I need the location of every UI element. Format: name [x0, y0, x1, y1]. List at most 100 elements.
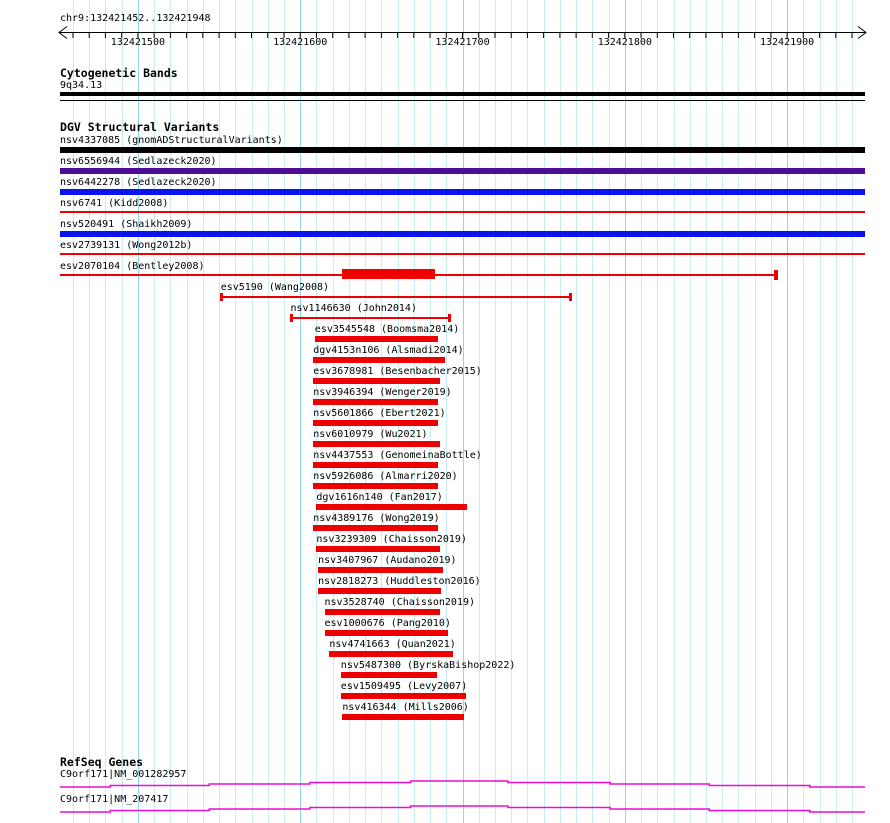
- variant-bar[interactable]: [313, 357, 445, 363]
- variant-bar[interactable]: [316, 546, 440, 552]
- variant-label[interactable]: dgv1616n140 (Fan2017): [316, 492, 442, 503]
- gene-label[interactable]: C9orf171|NM_001282957: [60, 769, 186, 780]
- variant-label[interactable]: esv3678981 (Besenbacher2015): [313, 366, 482, 377]
- variant-label[interactable]: nsv4741663 (Quan2021): [329, 639, 455, 650]
- gridline-minor: [251, 0, 253, 823]
- gene-label[interactable]: C9orf171|NM_207417: [60, 794, 168, 805]
- gridline-minor: [495, 0, 496, 823]
- gene-line-path: [60, 780, 865, 788]
- variant-bar[interactable]: [313, 525, 439, 531]
- gridline-major: [462, 0, 464, 823]
- ruler-tick-label: 132421700: [435, 37, 490, 48]
- gridline-major: [624, 0, 626, 823]
- variant-bar[interactable]: [60, 147, 865, 153]
- variant-label[interactable]: nsv6556944 (Sedlazeck2020): [60, 156, 217, 167]
- variant-label[interactable]: nsv6010979 (Wu2021): [313, 429, 427, 440]
- gridline-minor: [284, 0, 285, 823]
- gene-model-line[interactable]: [0, 805, 890, 817]
- gridline-minor: [738, 0, 740, 823]
- gridline-minor: [722, 0, 724, 823]
- gridline-minor: [673, 0, 675, 823]
- variant-label[interactable]: nsv3407967 (Audano2019): [318, 555, 456, 566]
- variant-label[interactable]: esv5190 (Wang2008): [221, 282, 329, 293]
- variant-line[interactable]: [290, 317, 450, 319]
- gridline-minor: [592, 0, 594, 823]
- variant-bar[interactable]: [316, 504, 468, 510]
- gridline-minor: [835, 0, 837, 823]
- cytoband-baseline: [60, 100, 865, 101]
- variant-bar[interactable]: [60, 168, 865, 174]
- variant-end-tick: [447, 314, 451, 322]
- variant-bar[interactable]: [340, 672, 437, 678]
- section-header-cytobands: Cytogenetic Bands: [60, 66, 178, 80]
- ruler-tick-label: 132421600: [273, 37, 328, 48]
- variant-label[interactable]: nsv3528740 (Chaisson2019): [325, 597, 476, 608]
- variant-label[interactable]: nsv4389176 (Wong2019): [313, 513, 439, 524]
- gridline-minor: [446, 0, 448, 823]
- variant-start-tick: [219, 293, 223, 301]
- variant-bar[interactable]: [324, 630, 448, 636]
- variant-bar[interactable]: [60, 231, 865, 237]
- variant-label[interactable]: nsv3946394 (Wenger2019): [313, 387, 451, 398]
- variant-label[interactable]: nsv3239309 (Chaisson2019): [316, 534, 467, 545]
- gridline-minor: [235, 0, 237, 823]
- cytoband-label: 9q34.13: [60, 80, 103, 91]
- ruler-tick-label: 132421500: [110, 37, 165, 48]
- variant-label[interactable]: esv1000676 (Pang2010): [325, 618, 451, 629]
- gridline-minor: [770, 0, 772, 823]
- variant-label[interactable]: nsv416344 (Mills2006): [342, 702, 468, 713]
- variant-bar[interactable]: [314, 336, 439, 342]
- variant-bar[interactable]: [329, 651, 453, 657]
- cytoband-bar[interactable]: [60, 92, 865, 96]
- ruler-tick-label: 132421800: [597, 37, 652, 48]
- variant-label[interactable]: nsv5926086 (Almarri2020): [313, 471, 458, 482]
- gene-model-line[interactable]: [0, 780, 890, 792]
- region-title: chr9:132421452..132421948: [60, 13, 211, 24]
- variant-end-tick: [569, 293, 573, 301]
- gridline-minor: [511, 0, 513, 823]
- genome-browser-view: chr9:132421452..132421948 132421500 13242…: [0, 0, 890, 823]
- variant-label[interactable]: esv3545548 (Boomsma2014): [315, 324, 460, 335]
- variant-end-tick: [773, 270, 778, 280]
- variant-thick-segment[interactable]: [342, 269, 435, 279]
- gridline-minor: [559, 0, 561, 823]
- section-header-refseq: RefSeq Genes: [60, 755, 144, 769]
- gridline-minor: [478, 0, 480, 823]
- variant-bar[interactable]: [313, 378, 440, 384]
- variant-label[interactable]: nsv4337085 (gnomADStructuralVariants): [60, 135, 283, 146]
- variant-bar[interactable]: [313, 483, 439, 489]
- variant-start-tick: [289, 314, 293, 322]
- variant-label[interactable]: nsv5487300 (ByrskaBishop2022): [341, 660, 516, 671]
- variant-label[interactable]: esv2070104 (Bentley2008): [60, 261, 205, 272]
- variant-line[interactable]: [220, 296, 572, 298]
- gridline-minor: [689, 0, 691, 823]
- variant-line[interactable]: [60, 253, 865, 255]
- variant-bar[interactable]: [313, 420, 439, 426]
- variant-line[interactable]: [60, 211, 865, 213]
- variant-label[interactable]: nsv1146630 (John2014): [291, 303, 417, 314]
- variant-bar[interactable]: [60, 189, 865, 195]
- variant-label[interactable]: nsv5601866 (Ebert2021): [313, 408, 445, 419]
- variant-bar[interactable]: [313, 462, 439, 468]
- variant-bar[interactable]: [318, 567, 444, 573]
- variant-label[interactable]: nsv4437553 (GenomeinaBottle): [313, 450, 482, 461]
- gridline-minor: [527, 0, 529, 823]
- variant-label[interactable]: dgv4153n106 (Alsmadi2014): [313, 345, 464, 356]
- variant-bar[interactable]: [340, 693, 466, 699]
- gene-line-path: [60, 805, 865, 813]
- variant-label[interactable]: esv2739131 (Wong2012b): [60, 240, 192, 251]
- gridline-minor: [608, 0, 610, 823]
- variant-label[interactable]: nsv6442278 (Sedlazeck2020): [60, 177, 217, 188]
- variant-label[interactable]: esv1509495 (Levy2007): [341, 681, 467, 692]
- variant-bar[interactable]: [342, 714, 465, 720]
- variant-label[interactable]: nsv6741 (Kidd2008): [60, 198, 168, 209]
- gridline-minor: [705, 0, 707, 823]
- gridline-minor: [754, 0, 756, 823]
- variant-bar[interactable]: [313, 399, 439, 405]
- variant-bar[interactable]: [313, 441, 440, 447]
- variant-bar[interactable]: [324, 609, 440, 615]
- variant-bar[interactable]: [318, 588, 442, 594]
- variant-label[interactable]: nsv520491 (Shaikh2009): [60, 219, 192, 230]
- gridline-minor: [641, 0, 642, 823]
- variant-label[interactable]: nsv2818273 (Huddleston2016): [318, 576, 481, 587]
